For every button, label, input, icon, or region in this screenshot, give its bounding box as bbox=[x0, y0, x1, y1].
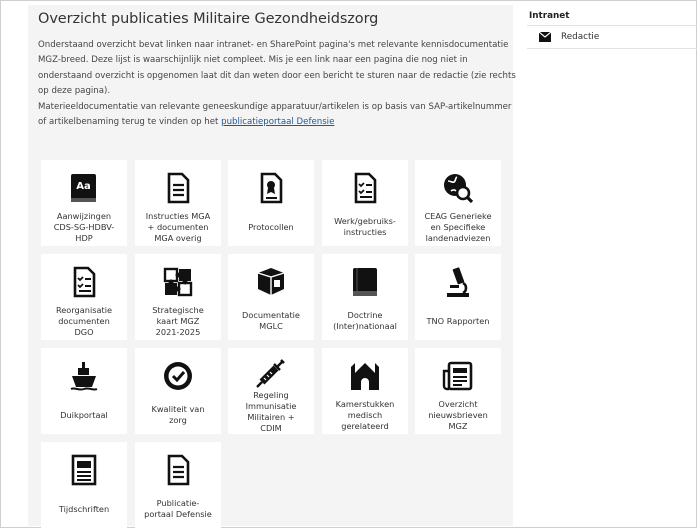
tile-nieuwsbrieven[interactable]: Overzicht nieuwsbrieven MGZ bbox=[415, 348, 501, 434]
tile-label: TNO Rapporten bbox=[426, 315, 490, 326]
parliament-icon bbox=[345, 356, 385, 396]
sidebar-heading: Intranet bbox=[527, 8, 697, 26]
tile-reorganisatie[interactable]: Reorganisatie documenten DGO bbox=[41, 254, 127, 340]
tile-instructies-mga[interactable]: Instructies MGA + documenten MGA overig bbox=[135, 160, 221, 246]
tile-protocollen[interactable]: Protocollen bbox=[228, 160, 314, 246]
newsletter-icon bbox=[438, 356, 478, 396]
tile-tno[interactable]: TNO Rapporten bbox=[415, 254, 501, 340]
svg-text:Aa: Aa bbox=[76, 181, 91, 192]
tile-label: Doctrine (Inter)nationaal bbox=[333, 310, 397, 331]
tile-kwaliteit[interactable]: Kwaliteit van zorg bbox=[135, 348, 221, 434]
certificate-document-icon bbox=[251, 168, 291, 208]
book-icon bbox=[345, 262, 385, 302]
document-list-icon bbox=[158, 450, 198, 490]
puzzle-icon bbox=[158, 262, 198, 302]
tile-label: Tijdschriften bbox=[58, 503, 110, 514]
tile-aanwijzingen[interactable]: Aa Aanwijzingen CDS-SG-HDBV- HDP bbox=[41, 160, 127, 246]
globe-search-icon bbox=[438, 168, 478, 208]
main-content: Overzicht publicaties Militaire Gezondhe… bbox=[28, 5, 516, 528]
tile-doctrine[interactable]: Doctrine (Inter)nationaal bbox=[322, 254, 408, 340]
book-aa-icon: Aa bbox=[64, 168, 104, 208]
tile-label: Instructies MGA + documenten MGA overig bbox=[145, 210, 211, 243]
sidebar-item-label: Redactie bbox=[561, 32, 600, 42]
sidebar-item-redactie[interactable]: Redactie bbox=[527, 26, 697, 49]
newspaper-icon bbox=[64, 450, 104, 490]
tile-label: Aanwijzingen CDS-SG-HDBV- HDP bbox=[53, 210, 115, 243]
tile-label: Duikportaal bbox=[60, 409, 108, 420]
tile-label: Publicatie- portaal Defensie bbox=[144, 498, 212, 519]
tile-label: Kwaliteit van zorg bbox=[151, 404, 205, 425]
page-title: Overzicht publicaties Militaire Gezondhe… bbox=[38, 11, 379, 27]
tile-kamerstukken[interactable]: Kamerstukken medisch gerelateerd bbox=[322, 348, 408, 434]
check-badge-icon bbox=[158, 356, 198, 396]
envelope-icon bbox=[539, 32, 551, 42]
intro-paragraph-2: Materieeldocumentatie van relevante gene… bbox=[38, 100, 518, 131]
tile-duikportaal[interactable]: Duikportaal bbox=[41, 348, 127, 434]
publicatieportaal-link[interactable]: publicatieportaal Defensie bbox=[221, 117, 334, 127]
tile-label: Protocollen bbox=[248, 221, 294, 232]
intro-text: Onderstaand overzicht bevat linken naar … bbox=[38, 38, 518, 130]
checklist-icon bbox=[345, 168, 385, 208]
microscope-icon bbox=[438, 262, 478, 302]
tile-label: Reorganisatie documenten DGO bbox=[55, 304, 113, 337]
checklist-document-icon bbox=[64, 262, 104, 302]
tile-label: CEAG Generieke en Specifieke landenadvie… bbox=[424, 210, 492, 243]
document-icon bbox=[158, 168, 198, 208]
tile-label: Kamerstukken medisch gerelateerd bbox=[335, 398, 395, 431]
syringe-icon bbox=[251, 356, 291, 390]
tile-ceag[interactable]: CEAG Generieke en Specifieke landenadvie… bbox=[415, 160, 501, 246]
cube-icon bbox=[251, 262, 291, 302]
tile-label: Regeling Immunisatie Militairen + CDIM bbox=[245, 390, 297, 433]
tile-immunisatie[interactable]: Regeling Immunisatie Militairen + CDIM bbox=[228, 348, 314, 434]
tile-werkinstructies[interactable]: Werk/gebruiks- instructies bbox=[322, 160, 408, 246]
tile-label: Overzicht nieuwsbrieven MGZ bbox=[428, 398, 488, 431]
tile-documentatie-mglc[interactable]: Documentatie MGLC bbox=[228, 254, 314, 340]
tile-tijdschriften[interactable]: Tijdschriften bbox=[41, 442, 127, 528]
intro-paragraph-1: Onderstaand overzicht bevat linken naar … bbox=[38, 40, 516, 97]
tile-label: Werk/gebruiks- instructies bbox=[334, 216, 396, 237]
tile-publicatieportaal[interactable]: Publicatie- portaal Defensie bbox=[135, 442, 221, 528]
tile-strategische-kaart[interactable]: Strategische kaart MGZ 2021-2025 bbox=[135, 254, 221, 340]
ship-icon bbox=[64, 356, 104, 396]
sidebar: Intranet Redactie bbox=[527, 8, 697, 49]
tile-label: Strategische kaart MGZ 2021-2025 bbox=[152, 304, 204, 337]
tile-label: Documentatie MGLC bbox=[242, 310, 300, 331]
